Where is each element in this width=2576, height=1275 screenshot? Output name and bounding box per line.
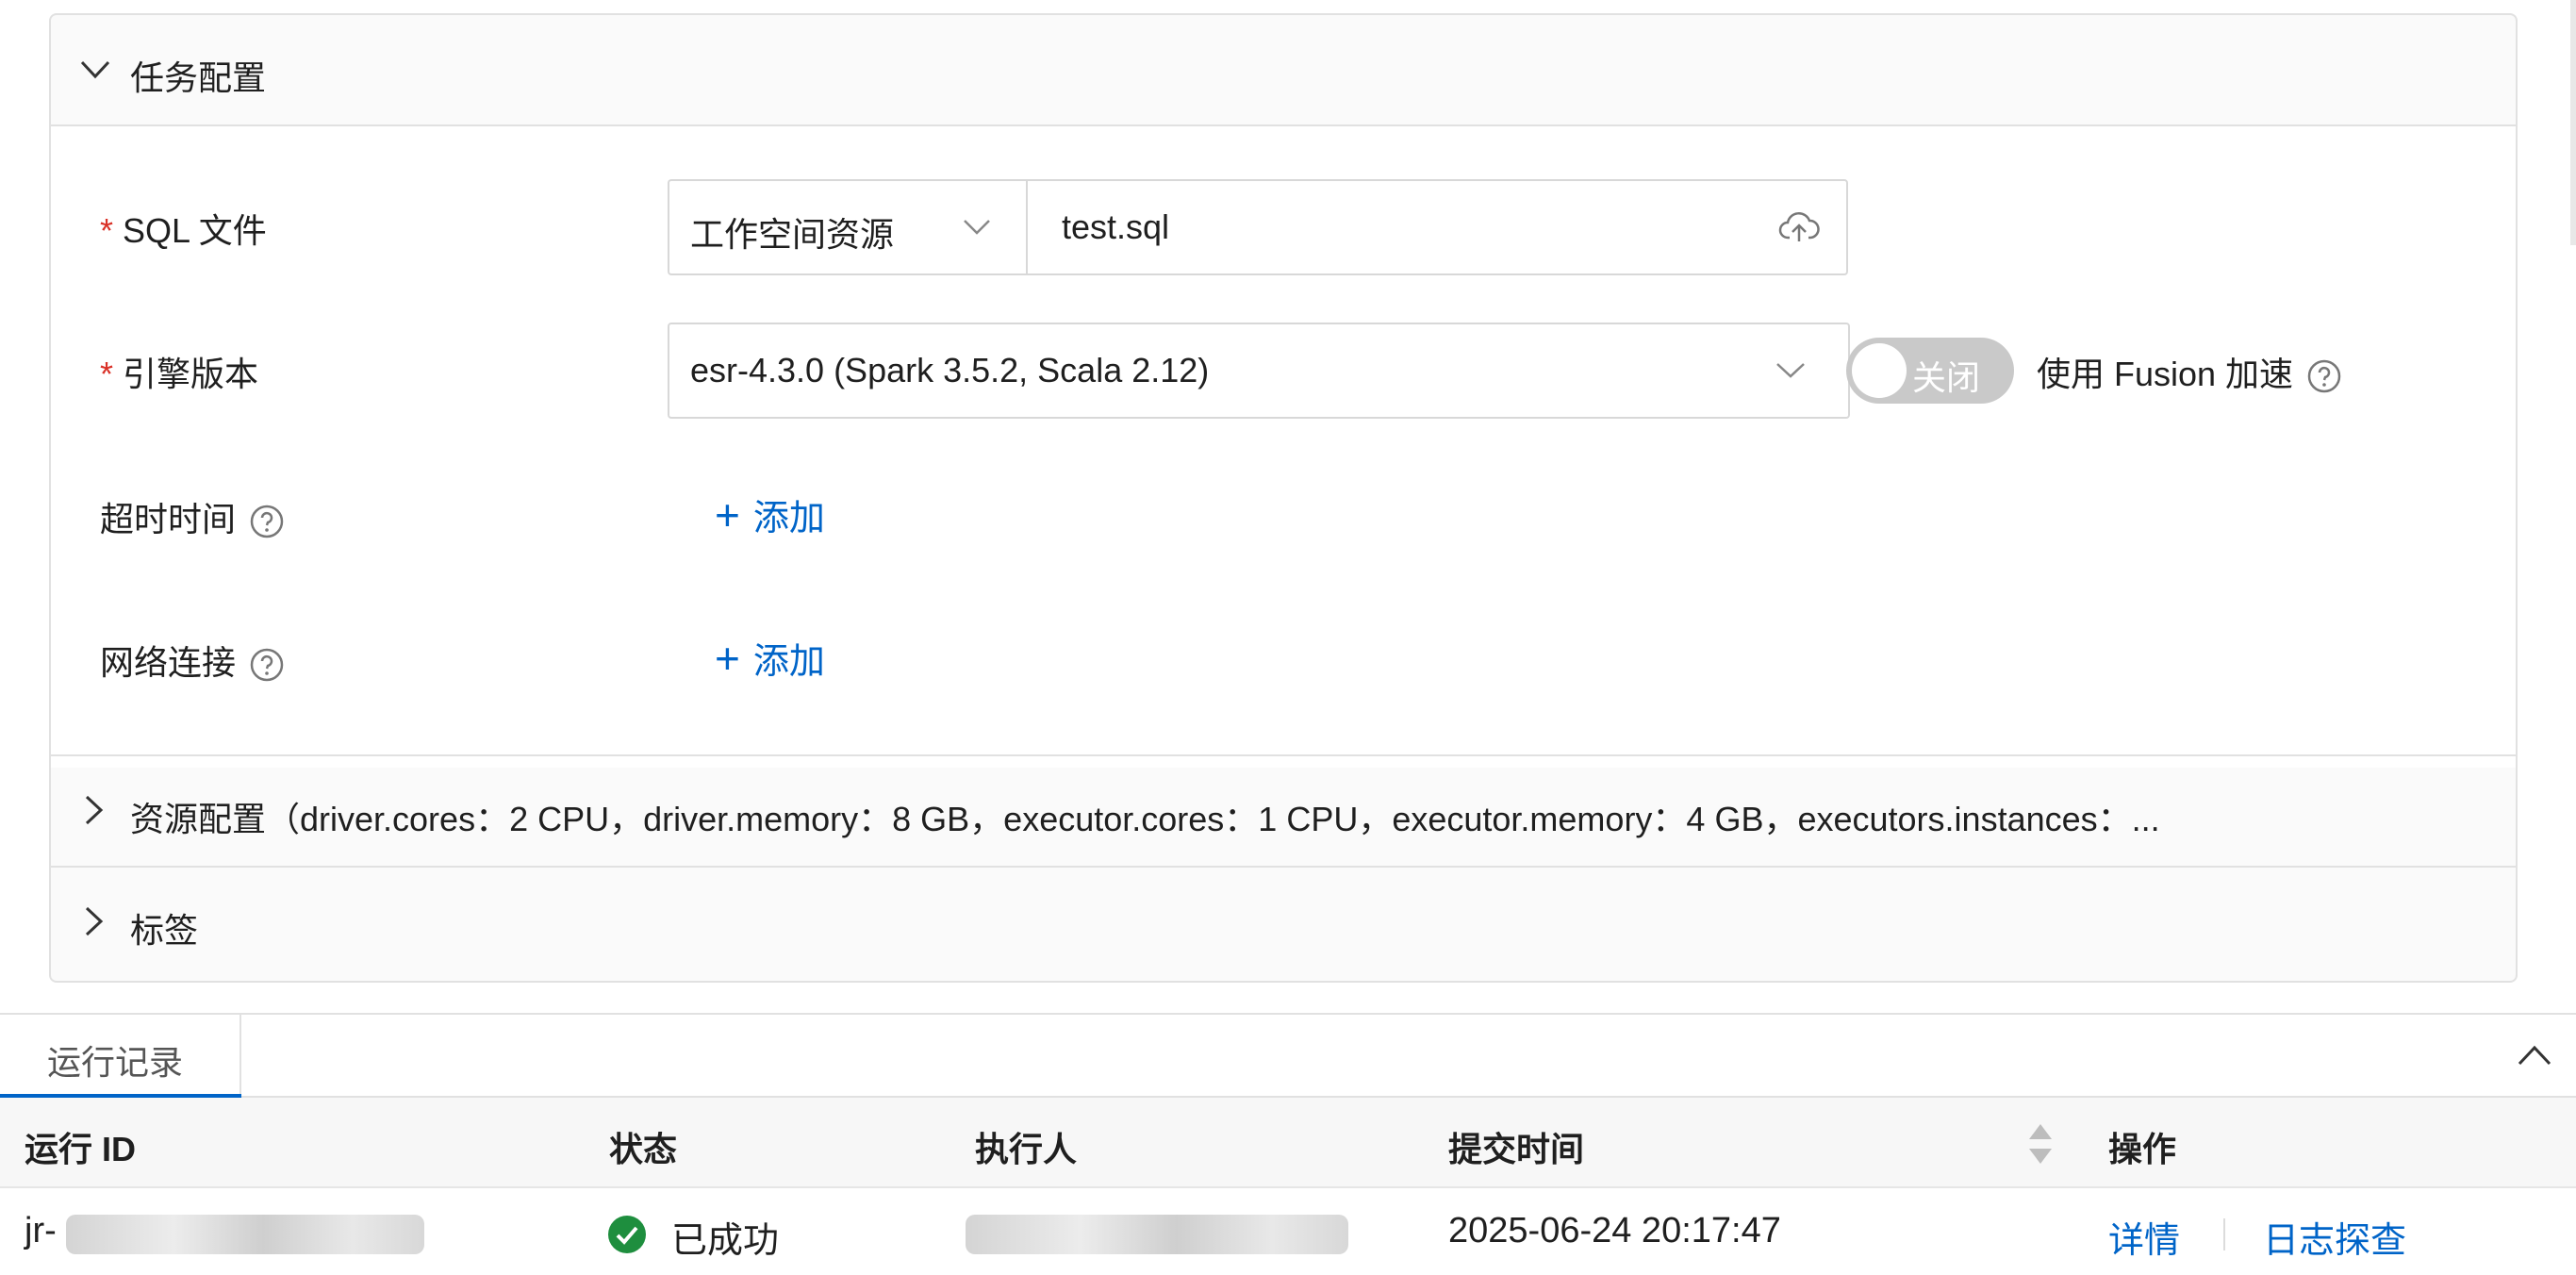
col-executor: 执行人 xyxy=(975,1122,1077,1171)
timeout-label: 超时时间 xyxy=(100,492,285,541)
task-config-body: *SQL 文件 工作空间资源 test.sql *引擎版本 esr-4.3.0 … xyxy=(51,126,2516,768)
help-circle-icon[interactable] xyxy=(249,647,285,683)
sql-file-input[interactable]: test.sql xyxy=(1026,179,1848,275)
chevron-right-icon xyxy=(83,905,106,937)
chevron-down-icon xyxy=(962,217,992,238)
fusion-label: 使用 Fusion 加速 xyxy=(2037,347,2342,396)
fusion-toggle[interactable]: 关闭 xyxy=(1846,338,2014,404)
action-divider xyxy=(2223,1218,2225,1250)
tags-title: 标签 xyxy=(130,903,198,952)
plus-icon: + xyxy=(715,493,740,537)
network-label: 网络连接 xyxy=(100,636,285,685)
col-submit-time[interactable]: 提交时间 xyxy=(1448,1122,1584,1171)
tab-run-records-label: 运行记录 xyxy=(47,1035,183,1085)
chevron-down-icon xyxy=(79,58,111,81)
col-run-id: 运行 ID xyxy=(25,1122,136,1171)
toggle-knob xyxy=(1852,343,1907,398)
run-id: jr- xyxy=(25,1211,57,1251)
table-header: 运行 ID 状态 执行人 提交时间 操作 xyxy=(0,1098,2576,1188)
sql-source-value: 工作空间资源 xyxy=(690,207,894,257)
table-row: jr- 已成功 2025-06-24 20:17:47 详情 日志探查 xyxy=(0,1188,2576,1275)
submit-time: 2025-06-24 20:17:47 xyxy=(1448,1211,1781,1251)
detail-link[interactable]: 详情 xyxy=(2108,1211,2180,1263)
log-explore-link[interactable]: 日志探查 xyxy=(2263,1211,2406,1263)
engine-version-label: *引擎版本 xyxy=(100,347,258,396)
upload-cloud-icon[interactable] xyxy=(1778,209,1820,247)
sql-file-label: *SQL 文件 xyxy=(100,204,267,253)
plus-icon: + xyxy=(715,637,740,680)
scrollbar-edge[interactable] xyxy=(2570,0,2576,245)
col-actions: 操作 xyxy=(2108,1122,2176,1171)
col-status: 状态 xyxy=(609,1122,677,1171)
engine-version-value: esr-4.3.0 (Spark 3.5.2, Scala 2.12) xyxy=(690,351,1209,390)
fusion-toggle-text: 关闭 xyxy=(1912,351,1980,400)
collapse-up-icon[interactable] xyxy=(2516,1043,2553,1068)
tags-header[interactable]: 标签 xyxy=(51,868,2516,981)
add-network-button[interactable]: +添加 xyxy=(715,632,825,684)
task-config-title: 任务配置 xyxy=(130,51,266,100)
add-timeout-button[interactable]: +添加 xyxy=(715,488,825,540)
resource-config-title: 资源配置（driver.cores：2 CPU，driver.memory：8 … xyxy=(130,792,2160,841)
sql-source-select[interactable]: 工作空间资源 xyxy=(668,179,1028,275)
engine-version-select[interactable]: esr-4.3.0 (Spark 3.5.2, Scala 2.12) xyxy=(668,323,1850,419)
success-check-icon xyxy=(607,1215,647,1254)
sort-icon[interactable] xyxy=(2027,1120,2054,1167)
task-config-header[interactable]: 任务配置 xyxy=(51,15,2516,126)
redacted-run-id xyxy=(66,1215,424,1254)
chevron-down-icon xyxy=(1775,360,1807,381)
tab-run-records[interactable]: 运行记录 xyxy=(0,1015,241,1098)
resource-config-header[interactable]: 资源配置（driver.cores：2 CPU，driver.memory：8 … xyxy=(51,756,2516,866)
help-circle-icon[interactable] xyxy=(249,504,285,539)
run-records-tabbar: 运行记录 xyxy=(0,1013,2576,1098)
status-text: 已成功 xyxy=(671,1211,779,1263)
sql-file-name: test.sql xyxy=(1062,207,1169,247)
redacted-executor xyxy=(966,1215,1348,1254)
required-mark: * xyxy=(100,355,113,393)
chevron-right-icon xyxy=(83,794,106,826)
required-mark: * xyxy=(100,211,113,250)
task-config-panel: 任务配置 *SQL 文件 工作空间资源 test.sql *引擎版本 esr-4… xyxy=(49,13,2518,983)
help-circle-icon[interactable] xyxy=(2306,358,2342,394)
